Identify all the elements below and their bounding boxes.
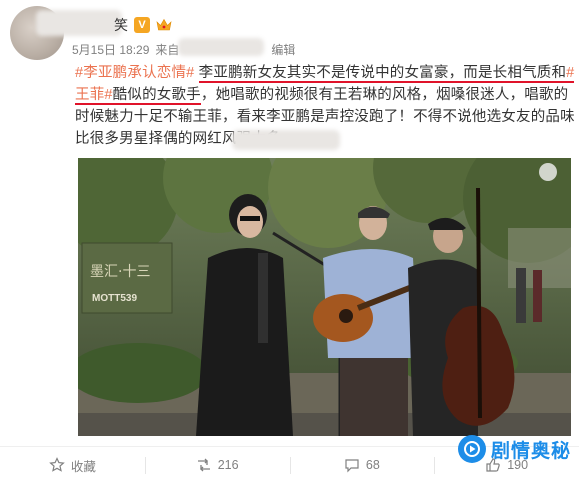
hashtag-link[interactable]: #李亚鹏承认恋情# [75,65,194,81]
post-date[interactable]: 5月15日 18:29 [72,41,149,58]
favorite-button[interactable]: 收藏 [0,447,145,483]
video-sign-text: MOTT539 [92,293,137,304]
username[interactable]: 笑 [114,15,128,35]
video-frame: 墨汇·十三 MOTT539 [78,158,571,436]
post-header: 笑 V [66,14,172,36]
verified-badge-icon: V [134,17,150,33]
video-sign-chinese: 墨汇·十三 [90,264,150,280]
comment-button[interactable]: 68 [289,447,435,483]
repost-icon [196,457,212,473]
weibo-post: 笑 V 5月15日 18:29 来自 编辑 #李亚鹏承认恋情# 李亚鹏新女友其实… [0,0,579,483]
blurred-text-patch [232,130,340,150]
action-label: 收藏 [70,459,96,474]
post-source-prefix: 来自 [155,43,180,57]
repost-button[interactable]: 216 [144,447,290,483]
watermark: 剧情奥秘 [457,435,571,463]
comment-icon [344,457,360,473]
watermark-text: 剧情奥秘 [490,440,571,462]
star-icon [49,457,65,473]
video-thumbnail[interactable]: 墨汇·十三 MOTT539 [78,158,571,436]
crown-icon [156,18,172,32]
edited-label: 编辑 [271,43,296,57]
action-label: 216 [217,458,239,472]
action-label: 68 [365,458,380,472]
text-segment: 酷似的女歌手 [112,87,201,105]
blurred-source-patch [178,38,264,56]
watermark-logo-icon [457,435,486,463]
text-segment: 李亚鹏新女友其实不是传说中的女富豪，而是长相气质和 [198,65,567,83]
